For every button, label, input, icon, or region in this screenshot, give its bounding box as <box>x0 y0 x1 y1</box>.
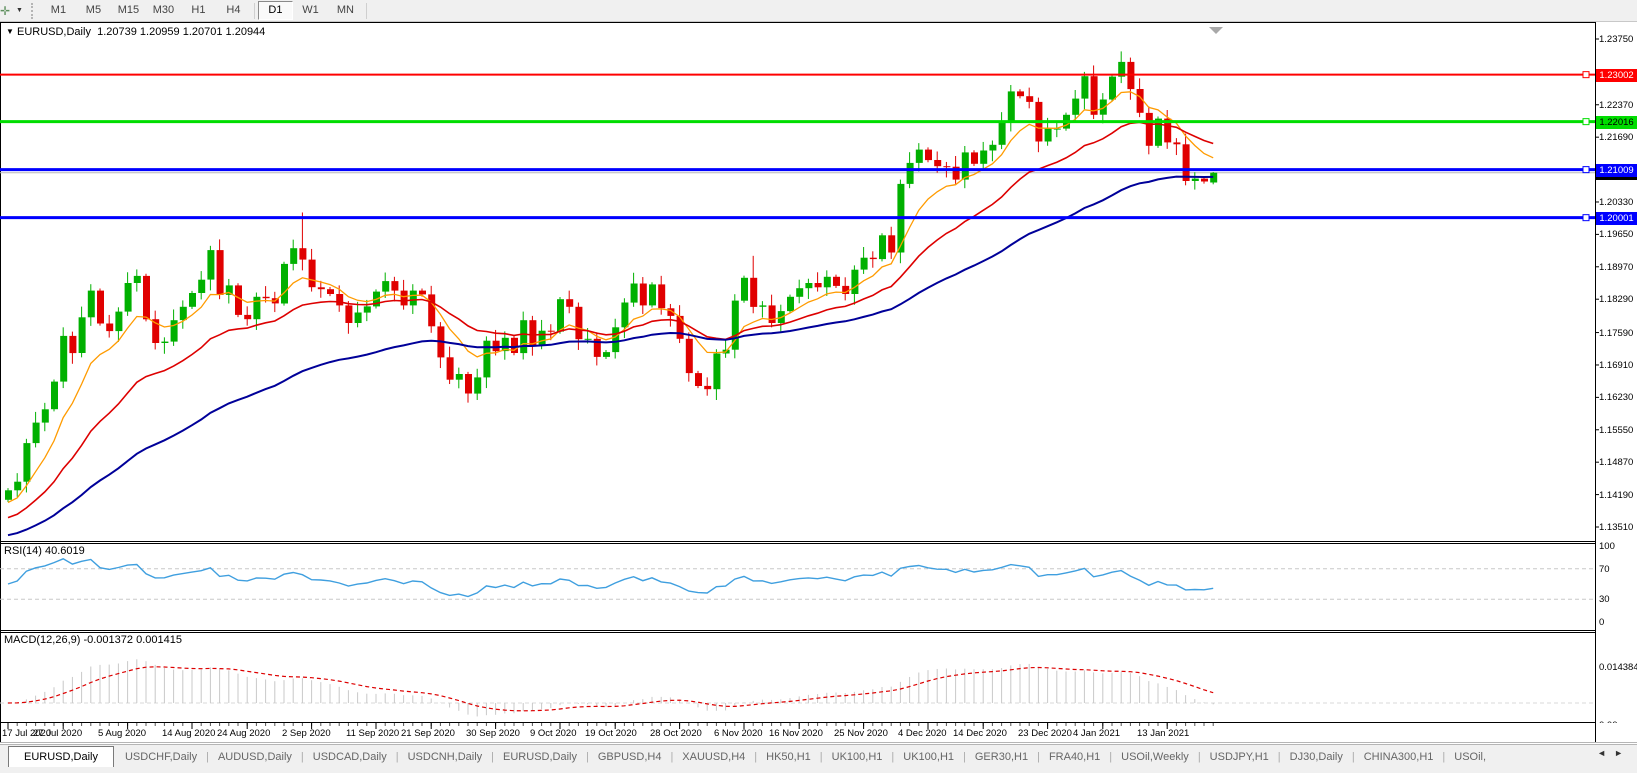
price-axis-tick: 1.17590 <box>1599 328 1637 339</box>
date-axis-label: 21 Sep 2020 <box>401 728 455 739</box>
tab-usdchf-daily[interactable]: USDCHF,Daily <box>116 751 206 763</box>
rsi-indicator-label: RSI(14) 40.6019 <box>4 545 85 557</box>
price-axis-tick: 1.16230 <box>1599 392 1637 403</box>
level-price-label-1.23002: 1.23002 <box>1596 69 1637 82</box>
date-axis-label: 14 Dec 2020 <box>953 728 1007 739</box>
candles-layer[interactable] <box>5 51 1217 502</box>
chart-title: ▼ EURUSD,Daily 1.20739 1.20959 1.20701 1… <box>6 26 265 38</box>
rsi-axis-tick: 100 <box>1599 541 1637 552</box>
tab-china300-h1[interactable]: CHINA300,H1 <box>1355 751 1443 763</box>
chart-shift-marker-icon[interactable] <box>1209 27 1223 34</box>
tab-fra40-h1[interactable]: FRA40,H1 <box>1040 751 1109 763</box>
price-axis-tick: 1.18970 <box>1599 262 1637 273</box>
ma-medium-line[interactable] <box>8 122 1213 517</box>
level-handle-icon[interactable] <box>1583 119 1589 125</box>
price-axis-tick: 1.21690 <box>1599 132 1637 143</box>
mt4-terminal: ✛ ▼ M1M5M15M30H1H4D1W1MN ▼ EURUSD,Daily … <box>0 0 1637 773</box>
tab-uk100-h1[interactable]: UK100,H1 <box>823 751 892 763</box>
tab-hk50-h1[interactable]: HK50,H1 <box>757 751 820 763</box>
tab-scroll-left-icon[interactable]: ◄ <box>1597 748 1614 758</box>
date-axis-label: 16 Nov 2020 <box>769 728 823 739</box>
price-axis-tick: 1.18290 <box>1599 294 1637 305</box>
chart-canvas[interactable]: ▼ EURUSD,Daily 1.20739 1.20959 1.20701 1… <box>0 22 1637 742</box>
price-axis-tick: 1.14190 <box>1599 490 1637 501</box>
date-axis-label: 24 Aug 2020 <box>217 728 270 739</box>
price-axis-tick: 1.16910 <box>1599 360 1637 371</box>
price-axis-tick: 1.22370 <box>1599 100 1637 111</box>
tab-usoil-weekly[interactable]: USOil,Weekly <box>1112 751 1198 763</box>
tab-usoil-[interactable]: USOil, <box>1445 751 1495 763</box>
date-axis-label: 14 Aug 2020 <box>162 728 215 739</box>
chart-tab-bar: EURUSD,DailyUSDCHF,Daily|AUDUSD,Daily|US… <box>0 744 1637 768</box>
price-axis-tick: 1.23750 <box>1599 34 1637 45</box>
rsi-axis-tick: 30 <box>1599 594 1637 605</box>
date-axis-label: 30 Sep 2020 <box>466 728 520 739</box>
tab-eurusd-daily[interactable]: EURUSD,Daily <box>494 751 586 763</box>
chart-ohlc-values: 1.20739 1.20959 1.20701 1.20944 <box>97 26 265 38</box>
date-axis-label: 4 Jan 2021 <box>1073 728 1120 739</box>
chart-tabs: EURUSD,DailyUSDCHF,Daily|AUDUSD,Daily|US… <box>0 745 1592 768</box>
macd-signal-line[interactable] <box>8 667 1213 711</box>
date-axis-label: 5 Aug 2020 <box>98 728 146 739</box>
price-axis-tick: 1.20330 <box>1599 197 1637 208</box>
date-axis-label: 9 Oct 2020 <box>530 728 576 739</box>
ma-fast-line[interactable] <box>8 92 1213 503</box>
date-axis-label: 6 Nov 2020 <box>714 728 763 739</box>
tab-scroll-arrows: ◄► <box>1597 748 1631 758</box>
price-axis-tick: 1.19650 <box>1599 229 1637 240</box>
rsi-axis-tick: 0 <box>1599 617 1637 628</box>
level-price-label-1.22016: 1.22016 <box>1596 116 1637 129</box>
date-axis-label: 23 Dec 2020 <box>1018 728 1072 739</box>
macd-axis-tick: 0.014384 <box>1599 662 1637 673</box>
macd-axis: 0.0143840.00-0.005396 <box>1596 632 1637 723</box>
date-axis-label: 25 Nov 2020 <box>834 728 888 739</box>
status-strip <box>0 767 1637 773</box>
rsi-line[interactable] <box>8 559 1213 597</box>
tab-dj30-daily[interactable]: DJ30,Daily <box>1281 751 1352 763</box>
level-price-label-1.21009: 1.21009 <box>1596 164 1637 177</box>
macd-indicator-label: MACD(12,26,9) -0.001372 0.001415 <box>4 634 182 646</box>
price-axis-tick: 1.13510 <box>1599 522 1637 533</box>
date-axis-label: 27 Jul 2020 <box>33 728 82 739</box>
price-axis-tick: 1.15550 <box>1599 425 1637 436</box>
level-handle-icon[interactable] <box>1583 167 1589 173</box>
rsi-axis-tick: 70 <box>1599 564 1637 575</box>
tab-audusd-daily[interactable]: AUDUSD,Daily <box>209 751 301 763</box>
macd-axis-tick: 0.00 <box>1599 720 1637 723</box>
tab-xauusd-h4[interactable]: XAUUSD,H4 <box>673 751 754 763</box>
tab-usdcnh-daily[interactable]: USDCNH,Daily <box>399 751 492 763</box>
tab-scroll-right-icon[interactable]: ► <box>1614 748 1631 758</box>
date-axis-label: 28 Oct 2020 <box>650 728 702 739</box>
chart-symbol-period: EURUSD,Daily <box>17 26 91 38</box>
price-chart-svg[interactable] <box>0 0 1637 773</box>
level-price-label-1.20001: 1.20001 <box>1596 212 1637 225</box>
tab-usdjpy-h1[interactable]: USDJPY,H1 <box>1201 751 1278 763</box>
chart-expander-icon[interactable]: ▼ <box>6 27 14 36</box>
tab-ger30-h1[interactable]: GER30,H1 <box>966 751 1037 763</box>
price-axis-tick: 1.14870 <box>1599 457 1637 468</box>
level-handle-icon[interactable] <box>1583 72 1589 78</box>
date-axis-label: 19 Oct 2020 <box>585 728 637 739</box>
date-axis-label: 4 Dec 2020 <box>898 728 947 739</box>
date-axis-label: 2 Sep 2020 <box>282 728 331 739</box>
tab-gbpusd-h4[interactable]: GBPUSD,H4 <box>589 751 671 763</box>
date-axis-label: 13 Jan 2021 <box>1137 728 1189 739</box>
date-axis-label: 11 Sep 2020 <box>346 728 399 739</box>
tab-eurusd-daily-active[interactable]: EURUSD,Daily <box>8 746 114 768</box>
tab-usdcad-daily[interactable]: USDCAD,Daily <box>304 751 396 763</box>
level-handle-icon[interactable] <box>1583 215 1589 221</box>
tab-uk100-h1[interactable]: UK100,H1 <box>894 751 963 763</box>
